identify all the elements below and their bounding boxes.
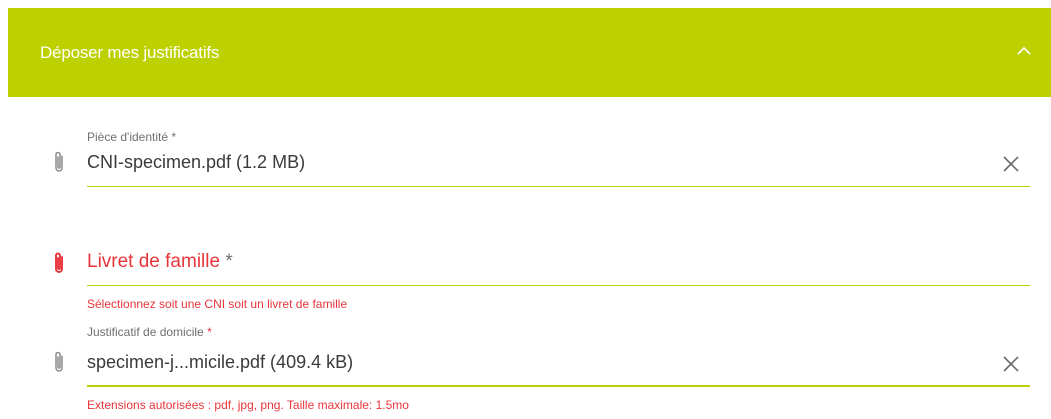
family-book-error: Sélectionnez soit une CNI soit un livret…: [87, 297, 348, 311]
panel-title: Déposer mes justificatifs: [40, 43, 220, 62]
address-underline: [87, 385, 1030, 387]
identity-underline: [87, 186, 1030, 187]
identity-label: Pièce d'identité *: [87, 130, 177, 144]
address-hint: Extensions autorisées : pdf, jpg, png. T…: [87, 398, 409, 412]
accordion-header[interactable]: Déposer mes justificatifs: [8, 8, 1051, 97]
family-book-underline: [87, 285, 1030, 286]
address-file-value: specimen-j...micile.pdf (409.4 kB): [87, 352, 354, 372]
close-icon[interactable]: [1002, 155, 1020, 173]
close-icon[interactable]: [1002, 355, 1020, 373]
paperclip-icon[interactable]: [51, 250, 67, 276]
chevron-up-icon[interactable]: [1015, 44, 1033, 58]
paperclip-icon[interactable]: [51, 149, 67, 175]
family-book-placeholder: Livret de famille *: [87, 251, 233, 272]
paperclip-icon[interactable]: [51, 349, 67, 375]
address-label: Justificatif de domicile *: [87, 325, 212, 339]
identity-file-value: CNI-specimen.pdf (1.2 MB): [87, 152, 306, 172]
